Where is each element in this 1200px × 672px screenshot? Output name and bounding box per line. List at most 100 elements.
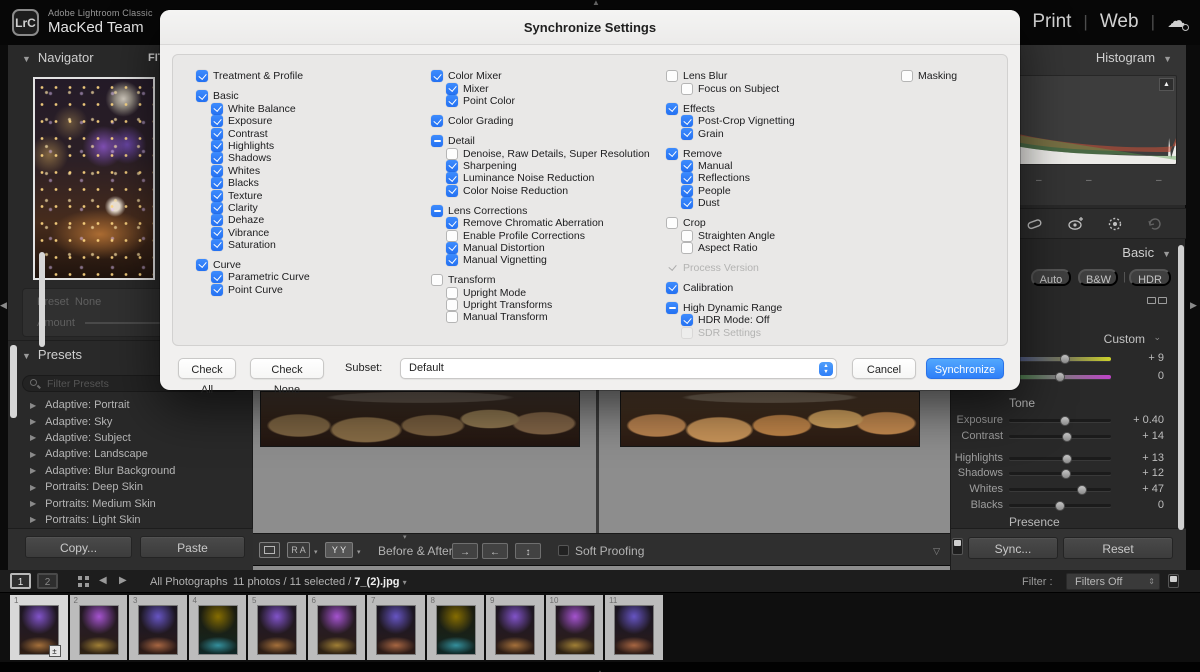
thumbnail-image[interactable] xyxy=(79,605,119,655)
sync-option-point-curve[interactable]: Point Curve xyxy=(211,285,310,295)
checkbox[interactable] xyxy=(666,302,678,314)
sync-option-process-version[interactable]: Process Version xyxy=(666,263,795,273)
checkbox[interactable] xyxy=(431,274,443,286)
sync-option-shadows[interactable]: Shadows xyxy=(211,153,310,163)
sync-state-icon[interactable] xyxy=(1146,217,1164,231)
slider-track[interactable] xyxy=(1009,504,1111,507)
left-panel-scrollbar-lower[interactable] xyxy=(10,345,17,418)
checkbox[interactable] xyxy=(666,70,678,82)
sync-option-white-balance[interactable]: White Balance xyxy=(211,104,310,114)
slider-thumb[interactable] xyxy=(1055,372,1065,382)
sync-option-hdr-mode-off[interactable]: HDR Mode: Off xyxy=(681,315,795,325)
disclosure-triangle-icon[interactable]: ▼ xyxy=(22,54,31,64)
filmstrip-thumbnail-11[interactable]: 11 xyxy=(605,595,663,660)
paste-button[interactable]: Paste xyxy=(140,536,245,558)
checkbox[interactable] xyxy=(446,172,458,184)
disclosure-triangle-icon[interactable]: ▶ xyxy=(30,417,36,426)
sync-option-point-color[interactable]: Point Color xyxy=(446,96,650,106)
sync-option-treatment-profile[interactable]: Treatment & Profile xyxy=(196,71,310,81)
checkbox[interactable] xyxy=(666,282,678,294)
thumbnail-image[interactable] xyxy=(376,605,416,655)
slider-thumb[interactable] xyxy=(1077,485,1087,495)
preset-item-adaptive-sky[interactable]: ▶Adaptive: Sky xyxy=(8,413,253,429)
basic-header[interactable]: Basic▼ xyxy=(1122,245,1171,260)
slider-thumb[interactable] xyxy=(1061,469,1071,479)
navigator-preview-image[interactable] xyxy=(33,77,155,280)
red-eye-tool-icon[interactable] xyxy=(1066,217,1084,231)
soft-proofing-checkbox[interactable] xyxy=(558,545,569,556)
grid-view-icon[interactable] xyxy=(78,576,89,587)
thumbnail-image[interactable] xyxy=(614,605,654,655)
checkbox[interactable] xyxy=(681,185,693,197)
sync-option-people[interactable]: People xyxy=(681,186,795,196)
sync-option-effects[interactable]: Effects xyxy=(666,104,795,114)
disclosure-triangle-icon[interactable]: ▼ xyxy=(1163,54,1172,64)
subset-dropdown[interactable]: Default ▲▼ xyxy=(400,358,837,379)
checkbox[interactable] xyxy=(666,217,678,229)
copy-after-to-before-button[interactable]: ← xyxy=(482,543,508,559)
sync-option-calibration[interactable]: Calibration xyxy=(666,283,795,293)
sync-option-straighten-angle[interactable]: Straighten Angle xyxy=(681,231,795,241)
sync-option-upright-transforms[interactable]: Upright Transforms xyxy=(446,300,650,310)
slider-thumb[interactable] xyxy=(1062,432,1072,442)
sync-option-manual-distortion[interactable]: Manual Distortion xyxy=(446,243,650,253)
sync-option-basic[interactable]: Basic xyxy=(196,91,310,101)
sync-option-highlights[interactable]: Highlights xyxy=(211,141,310,151)
thumbnail-image[interactable] xyxy=(317,605,357,655)
check-none-button[interactable]: Check None xyxy=(250,358,324,379)
disclosure-triangle-icon[interactable]: ▶ xyxy=(30,515,36,524)
checkbox[interactable] xyxy=(431,205,443,217)
checkbox[interactable] xyxy=(211,271,223,283)
sync-option-color-noise-reduction[interactable]: Color Noise Reduction xyxy=(446,186,650,196)
main-window-button[interactable]: 1 xyxy=(10,573,31,589)
filmstrip-thumbnail-7[interactable]: 7 xyxy=(367,595,425,660)
checkbox[interactable] xyxy=(211,227,223,239)
checkbox[interactable] xyxy=(681,327,693,339)
disclosure-triangle-icon[interactable]: ▶ xyxy=(30,499,36,508)
filmstrip-thumbnail-9[interactable]: 9 xyxy=(486,595,544,660)
checkbox[interactable] xyxy=(446,254,458,266)
slider-thumb[interactable] xyxy=(1055,501,1065,511)
disclosure-triangle-icon[interactable]: ▼ xyxy=(22,351,31,361)
reference-view-caret-icon[interactable]: ▾ xyxy=(314,548,318,556)
sync-option-color-mixer[interactable]: Color Mixer xyxy=(431,71,650,81)
checkbox[interactable] xyxy=(196,90,208,102)
sync-option-sdr-settings[interactable]: SDR Settings xyxy=(681,328,795,338)
before-after-view-icon[interactable]: Y Y xyxy=(325,542,353,558)
thumbnail-image[interactable] xyxy=(555,605,595,655)
swap-before-after-button[interactable]: ↕ xyxy=(515,543,541,559)
preset-item-adaptive-landscape[interactable]: ▶Adaptive: Landscape xyxy=(8,446,253,462)
collapse-bottom-arrow-icon[interactable]: ▲ xyxy=(596,668,604,672)
sync-option-sharpening[interactable]: Sharpening xyxy=(446,161,650,171)
profile-browser-icon[interactable] xyxy=(1147,297,1167,306)
left-panel-scrollbar[interactable] xyxy=(39,252,45,347)
sync-option-denoise-raw-details-super-resolution[interactable]: Denoise, Raw Details, Super Resolution xyxy=(446,149,650,159)
synchronize-button[interactable]: Synchronize xyxy=(926,358,1004,379)
disclosure-triangle-icon[interactable]: ▼ xyxy=(1162,249,1171,259)
sync-option-luminance-noise-reduction[interactable]: Luminance Noise Reduction xyxy=(446,173,650,183)
before-image[interactable] xyxy=(260,391,580,447)
checkbox[interactable] xyxy=(211,115,223,127)
sync-option-color-grading[interactable]: Color Grading xyxy=(431,116,650,126)
filter-dropdown[interactable]: Filters Off ⇕ xyxy=(1066,573,1160,590)
reference-view-icon[interactable]: R A xyxy=(287,542,310,558)
disclosure-triangle-icon[interactable]: ▶ xyxy=(30,401,36,410)
slider-thumb[interactable] xyxy=(1060,354,1070,364)
preset-item-portraits-medium-skin[interactable]: ▶Portraits: Medium Skin xyxy=(8,495,253,511)
sync-option-high-dynamic-range[interactable]: High Dynamic Range xyxy=(666,303,795,313)
filmstrip-thumbnail-8[interactable]: 8 xyxy=(427,595,485,660)
sync-option-vibrance[interactable]: Vibrance xyxy=(211,228,310,238)
collapse-left-arrow-icon[interactable]: ◀ xyxy=(0,300,7,311)
check-all-button[interactable]: Check All xyxy=(178,358,236,379)
checkbox[interactable] xyxy=(446,299,458,311)
reset-button[interactable]: Reset xyxy=(1063,537,1173,559)
checkbox[interactable] xyxy=(446,83,458,95)
checkbox[interactable] xyxy=(681,160,693,172)
checkbox[interactable] xyxy=(211,165,223,177)
sync-option-masking[interactable]: Masking xyxy=(901,71,957,81)
checkbox[interactable] xyxy=(446,160,458,172)
second-window-button[interactable]: 2 xyxy=(37,573,58,589)
sync-button[interactable]: Sync... xyxy=(968,537,1058,559)
checkbox[interactable] xyxy=(431,70,443,82)
right-panel-scrollbar[interactable] xyxy=(1178,245,1184,530)
